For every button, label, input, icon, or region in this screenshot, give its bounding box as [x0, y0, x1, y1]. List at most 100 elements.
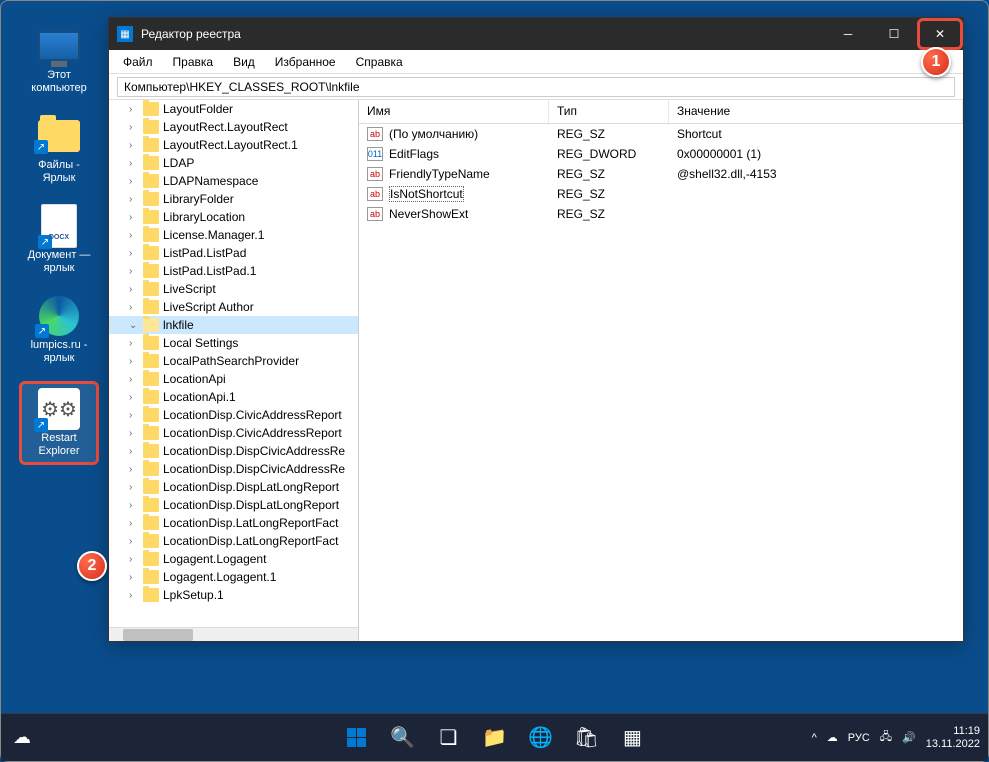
column-type[interactable]: Тип	[549, 100, 669, 123]
desktop-icon-restart-explorer[interactable]: ⚙⚙↗ Restart Explorer	[19, 381, 99, 465]
clock[interactable]: 11:19 13.11.2022	[926, 725, 980, 751]
tree-item[interactable]: ›License.Manager.1	[109, 226, 358, 244]
language-indicator[interactable]: РУС	[848, 732, 870, 744]
folder-icon	[143, 552, 159, 566]
expander-icon[interactable]: ›	[129, 140, 143, 151]
tree-item[interactable]: ›Logagent.Logagent.1	[109, 568, 358, 586]
tree-item-label: LDAP	[163, 156, 358, 170]
tree-item[interactable]: ›LocationDisp.DispLatLongReport	[109, 496, 358, 514]
tree-item[interactable]: ›LpkSetup.1	[109, 586, 358, 604]
tree-item[interactable]: ›LocationDisp.LatLongReportFact	[109, 514, 358, 532]
expander-icon[interactable]: ›	[129, 392, 143, 403]
network-icon[interactable]: 🖧	[880, 728, 892, 747]
expander-icon[interactable]: ›	[129, 536, 143, 547]
value-row[interactable]: 011EditFlagsREG_DWORD0x00000001 (1)	[359, 144, 963, 164]
desktop-icon-lumpics-shortcut[interactable]: ↗ lumpics.ru - ярлык	[19, 291, 99, 369]
close-button[interactable]: ✕	[917, 18, 963, 50]
tree-item[interactable]: ›Logagent.Logagent	[109, 550, 358, 568]
tree-item[interactable]: ›LayoutFolder	[109, 100, 358, 118]
values-panel[interactable]: Имя Тип Значение ab(По умолчанию)REG_SZS…	[359, 100, 963, 641]
tree-item[interactable]: ›Local Settings	[109, 334, 358, 352]
store-button[interactable]: 🛍	[567, 718, 607, 758]
tree-item[interactable]: ›LDAPNamespace	[109, 172, 358, 190]
value-row[interactable]: abIsNotShortcutREG_SZ	[359, 184, 963, 204]
tree-item[interactable]: ›ListPad.ListPad.1	[109, 262, 358, 280]
task-view-button[interactable]: ❏	[429, 718, 469, 758]
tree-item[interactable]: ›LocalPathSearchProvider	[109, 352, 358, 370]
tree-item[interactable]: ›LocationApi.1	[109, 388, 358, 406]
weather-widget[interactable]: ☁	[13, 727, 31, 748]
menu-help[interactable]: Справка	[346, 53, 413, 71]
tree-item[interactable]: ›LocationDisp.CivicAddressReport	[109, 424, 358, 442]
expander-icon[interactable]: ›	[129, 356, 143, 367]
expander-icon[interactable]: ›	[129, 212, 143, 223]
volume-icon[interactable]: 🔊	[902, 731, 916, 744]
expander-icon[interactable]: ›	[129, 302, 143, 313]
tree-item[interactable]: › LDAP	[109, 154, 358, 172]
menu-favorites[interactable]: Избранное	[265, 53, 346, 71]
tree-item[interactable]: ›LayoutRect.LayoutRect.1	[109, 136, 358, 154]
tree-item[interactable]: ›LiveScript Author	[109, 298, 358, 316]
expander-icon[interactable]: ›	[129, 158, 143, 169]
expander-icon[interactable]: ›	[129, 248, 143, 259]
value-row[interactable]: abNeverShowExtREG_SZ	[359, 204, 963, 224]
regedit-taskbar-button[interactable]: ▦	[613, 718, 653, 758]
titlebar[interactable]: ▦ Редактор реестра ─ ☐ ✕	[109, 18, 963, 50]
desktop-icon-this-pc[interactable]: Этот компьютер	[19, 21, 99, 99]
expander-icon[interactable]: ›	[129, 410, 143, 421]
expander-icon[interactable]: ›	[129, 518, 143, 529]
search-button[interactable]: 🔍	[383, 718, 423, 758]
value-row[interactable]: ab(По умолчанию)REG_SZShortcut	[359, 124, 963, 144]
tree-item[interactable]: ›LibraryLocation	[109, 208, 358, 226]
maximize-button[interactable]: ☐	[871, 18, 917, 50]
menu-edit[interactable]: Правка	[163, 53, 224, 71]
address-input[interactable]	[117, 77, 955, 97]
tray-chevron-icon[interactable]: ^	[812, 732, 817, 744]
column-value[interactable]: Значение	[669, 100, 963, 123]
scrollbar-thumb[interactable]	[123, 629, 193, 641]
expander-icon[interactable]: ›	[129, 104, 143, 115]
expander-icon[interactable]: ›	[129, 122, 143, 133]
expander-icon[interactable]: ›	[129, 500, 143, 511]
tree-item[interactable]: ›LocationDisp.LatLongReportFact	[109, 532, 358, 550]
tree-item[interactable]: ›LocationDisp.CivicAddressReport	[109, 406, 358, 424]
menu-view[interactable]: Вид	[223, 53, 265, 71]
expander-icon[interactable]: ›	[129, 194, 143, 205]
start-button[interactable]	[337, 718, 377, 758]
expander-icon[interactable]: ›	[129, 374, 143, 385]
menu-file[interactable]: Файл	[113, 53, 163, 71]
expander-icon[interactable]: ›	[129, 428, 143, 439]
tree-item[interactable]: ›LiveScript	[109, 280, 358, 298]
expander-icon[interactable]: ›	[129, 590, 143, 601]
expander-icon[interactable]: ›	[129, 482, 143, 493]
tree-item[interactable]: ⌄lnkfile	[109, 316, 358, 334]
edge-button[interactable]: 🌐	[521, 718, 561, 758]
onedrive-icon[interactable]: ☁	[827, 731, 838, 744]
tree-item[interactable]: ›ListPad.ListPad	[109, 244, 358, 262]
expander-icon[interactable]: ›	[129, 554, 143, 565]
expander-icon[interactable]: ›	[129, 338, 143, 349]
expander-icon[interactable]: ›	[129, 284, 143, 295]
column-name[interactable]: Имя	[359, 100, 549, 123]
desktop-icon-document-shortcut[interactable]: ↗ Документ — ярлык	[19, 201, 99, 279]
tree-item[interactable]: ›LayoutRect.LayoutRect	[109, 118, 358, 136]
expander-icon[interactable]: ⌄	[129, 320, 143, 331]
minimize-button[interactable]: ─	[825, 18, 871, 50]
tree-item[interactable]: ›LocationDisp.DispCivicAddressRe	[109, 460, 358, 478]
tree-item[interactable]: ›LibraryFolder	[109, 190, 358, 208]
value-row[interactable]: abFriendlyTypeNameREG_SZ@shell32.dll,-41…	[359, 164, 963, 184]
expander-icon[interactable]: ›	[129, 446, 143, 457]
desktop-icon-files-shortcut[interactable]: ↗ Файлы - Ярлык	[19, 111, 99, 189]
explorer-button[interactable]: 📁	[475, 718, 515, 758]
expander-icon[interactable]: ›	[129, 464, 143, 475]
horizontal-scrollbar[interactable]	[109, 627, 358, 641]
tree-item[interactable]: ›LocationDisp.DispLatLongReport	[109, 478, 358, 496]
callout-badge-2: 2	[77, 551, 107, 581]
expander-icon[interactable]: ›	[129, 266, 143, 277]
expander-icon[interactable]: ›	[129, 230, 143, 241]
tree-panel[interactable]: ›LayoutFolder›LayoutRect.LayoutRect›Layo…	[109, 100, 359, 641]
expander-icon[interactable]: ›	[129, 176, 143, 187]
tree-item[interactable]: ›LocationDisp.DispCivicAddressRe	[109, 442, 358, 460]
expander-icon[interactable]: ›	[129, 572, 143, 583]
tree-item[interactable]: ›LocationApi	[109, 370, 358, 388]
